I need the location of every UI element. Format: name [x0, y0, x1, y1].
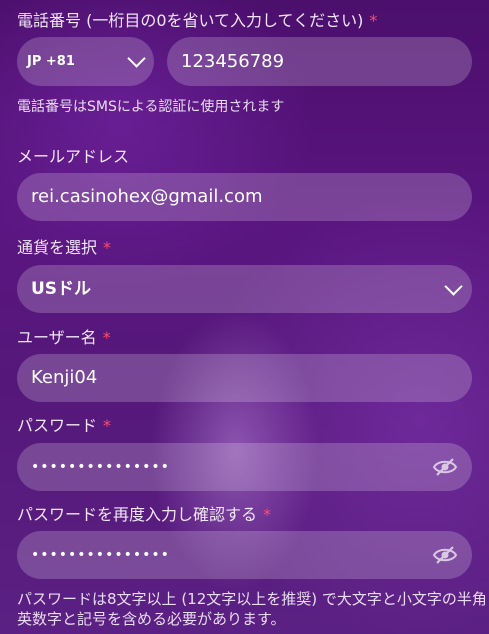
password-value: •••••••••••••••: [31, 459, 170, 475]
country-code-value: JP +81: [27, 54, 75, 69]
currency-label: 通貨を選択 *: [17, 238, 112, 257]
phone-hint: 電話番号はSMSによる認証に使用されます: [17, 99, 285, 115]
phone-number-input[interactable]: 123456789: [167, 37, 472, 86]
required-marker: *: [102, 328, 111, 347]
username-label: ユーザー名 *: [17, 328, 111, 347]
eye-slash-icon[interactable]: [432, 545, 458, 565]
password-confirm-input[interactable]: •••••••••••••••: [17, 531, 472, 579]
password-confirm-value: •••••••••••••••: [31, 547, 170, 563]
phone-label: 電話番号 (一桁目の0を省いて入力してください) *: [17, 11, 378, 30]
password-label: パスワード *: [17, 416, 112, 435]
password-input[interactable]: •••••••••••••••: [17, 443, 472, 491]
required-marker: *: [369, 11, 378, 30]
required-marker: *: [103, 238, 112, 257]
chevron-down-icon: [127, 49, 146, 68]
chevron-down-icon: [444, 277, 463, 296]
currency-select[interactable]: USドル: [17, 265, 472, 313]
required-marker: *: [263, 505, 272, 524]
registration-form: 電話番号 (一桁目の0を省いて入力してください) * JP +81 1234567…: [0, 0, 489, 634]
username-input[interactable]: Kenji04: [17, 354, 472, 402]
country-code-select[interactable]: JP +81: [17, 37, 154, 86]
password-rule-text: パスワードは8文字以上 (12文字以上を推奨) で大文字と小文字の半角英数字と記…: [17, 590, 487, 628]
email-value: rei.casinohex@gmail.com: [31, 186, 263, 207]
username-value: Kenji04: [31, 367, 98, 388]
phone-number-value: 123456789: [181, 51, 285, 72]
currency-value: USドル: [31, 279, 92, 299]
email-label: メールアドレス: [17, 147, 130, 166]
eye-slash-icon[interactable]: [432, 457, 458, 477]
required-marker: *: [103, 416, 112, 435]
email-input[interactable]: rei.casinohex@gmail.com: [17, 173, 472, 221]
password-confirm-label: パスワードを再度入力し確認する *: [17, 505, 272, 524]
